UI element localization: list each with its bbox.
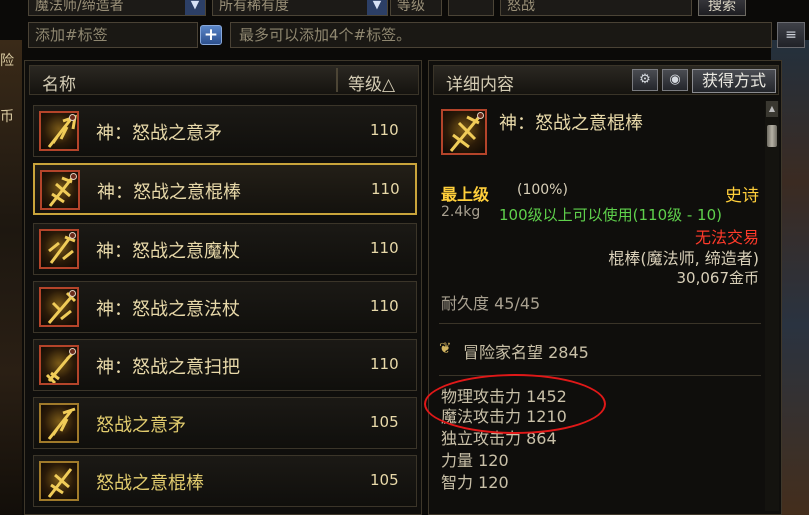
job-select[interactable]: 魔法师/缔造者 ▼	[28, 0, 206, 16]
badge-dot	[477, 112, 484, 119]
item-detail-panel: 详细内容 ⚙ ◉ 获得方式 ▲ 神：怒战之意棍棒 最上级 (100%) 史诗 2…	[428, 60, 782, 515]
item-name: 神：怒战之意魔杖	[96, 241, 240, 262]
list-item[interactable]: 怒战之意棍棒 105	[33, 455, 417, 507]
item-grade: 最上级	[441, 185, 490, 204]
weapon-icon	[39, 229, 79, 269]
list-item[interactable]: 神：怒战之意扫把 110	[33, 339, 417, 391]
list-item[interactable]: 神：怒战之意法杖 110	[33, 281, 417, 333]
item-rarity: 史诗	[725, 186, 759, 206]
item-type: 棍棒(魔法师, 缔造者)	[608, 249, 759, 268]
item-durability: 耐久度 45/45	[441, 294, 541, 313]
detail-item-name: 神：怒战之意棍棒	[499, 113, 643, 134]
obtain-method-button[interactable]: 获得方式	[692, 69, 776, 93]
detail-header: 详细内容 ⚙ ◉ 获得方式	[433, 65, 779, 95]
column-level-sort[interactable]: 等级△	[348, 70, 395, 95]
item-weight: 2.4kg	[441, 204, 481, 220]
item-name: 神：怒战之意扫把	[96, 357, 240, 378]
item-level: 110	[371, 180, 400, 198]
add-tag-button[interactable]: +	[200, 25, 222, 45]
level-input[interactable]	[448, 0, 494, 16]
level-label-text: 等级	[397, 0, 425, 14]
fame-value: 2845	[548, 343, 589, 362]
badge-dot	[69, 348, 76, 355]
rarity-select[interactable]: 所有稀有度 ▼	[212, 0, 388, 16]
detail-title: 详细内容	[446, 75, 514, 95]
search-button[interactable]: 搜索	[698, 0, 746, 16]
badge-dot	[69, 232, 76, 239]
weapon-icon	[39, 287, 79, 327]
weapon-icon	[39, 403, 79, 443]
eye-icon[interactable]: ◉	[662, 69, 688, 91]
weapon-icon	[441, 109, 487, 155]
item-level: 105	[370, 413, 399, 431]
detail-scrollbar[interactable]: ▲	[765, 101, 779, 511]
background-text: 险	[0, 53, 14, 69]
badge-dot	[70, 173, 77, 180]
list-item[interactable]: 怒战之意矛 105	[33, 397, 417, 449]
list-item-selected[interactable]: 神：怒战之意棍棒 110	[33, 163, 417, 215]
item-name: 怒战之意棍棒	[96, 473, 204, 494]
weapon-icon	[40, 170, 80, 210]
item-price: 30,067金币	[676, 269, 760, 287]
compare-icon[interactable]: ⚙	[632, 69, 658, 91]
item-level: 110	[370, 297, 399, 315]
scroll-thumb[interactable]	[767, 125, 777, 147]
item-list-panel: 名称 等级△ 神：怒战之意矛 110 神：怒战之意棍棒 110 神：怒战之意魔杖…	[24, 60, 422, 515]
stat-strength: 力量 120	[441, 451, 509, 470]
filter-row: 魔法师/缔造者 ▼ 所有稀有度 ▼ 等级 怒战 搜索	[22, 0, 772, 18]
item-name: 神：怒战之意法杖	[96, 299, 240, 320]
scroll-up-icon[interactable]: ▲	[766, 101, 778, 117]
chevron-down-icon[interactable]: ▼	[185, 0, 205, 15]
column-name[interactable]: 名称	[42, 70, 76, 95]
tag-hint: 最多可以添加4个#标签。	[230, 22, 772, 48]
highlight-ellipse	[424, 374, 606, 434]
menu-icon[interactable]: ≡	[777, 22, 805, 48]
item-name: 怒战之意矛	[96, 415, 186, 436]
broom-icon	[39, 345, 79, 385]
grade-percent: (100%)	[517, 182, 568, 198]
badge-dot	[69, 290, 76, 297]
weapon-icon	[39, 461, 79, 501]
tag-input[interactable]: 添加#标签	[28, 22, 198, 48]
badge-dot	[69, 114, 76, 121]
tag-row: 添加#标签 + 最多可以添加4个#标签。 ≡	[22, 22, 805, 50]
chevron-down-icon[interactable]: ▼	[367, 0, 387, 15]
list-header: 名称 等级△	[29, 65, 419, 95]
divider	[439, 323, 761, 324]
job-select-value: 魔法师/缔造者	[35, 0, 124, 14]
stat-intelligence: 智力 120	[441, 473, 509, 492]
keyword-input[interactable]: 怒战	[500, 0, 692, 16]
fame-label: 冒险家名望 2845	[463, 339, 589, 363]
level-label: 等级	[390, 0, 442, 16]
list-item[interactable]: 神：怒战之意矛 110	[33, 105, 417, 157]
item-level: 105	[370, 471, 399, 489]
column-divider	[336, 68, 338, 92]
item-level: 110	[370, 121, 399, 139]
keyword-value: 怒战	[507, 0, 535, 14]
item-name: 神：怒战之意棍棒	[97, 182, 241, 203]
rarity-select-value: 所有稀有度	[219, 0, 289, 14]
list-item[interactable]: 神：怒战之意魔杖 110	[33, 223, 417, 275]
background-text: 币	[0, 109, 14, 125]
fame-label-text: 冒险家名望	[463, 343, 544, 362]
item-level: 110	[370, 355, 399, 373]
fame-icon: ❦	[439, 339, 452, 357]
weapon-icon	[39, 111, 79, 151]
level-requirement: 100级以上可以使用(110级 - 10)	[499, 206, 723, 224]
item-name: 神：怒战之意矛	[96, 123, 222, 144]
item-level: 110	[370, 239, 399, 257]
